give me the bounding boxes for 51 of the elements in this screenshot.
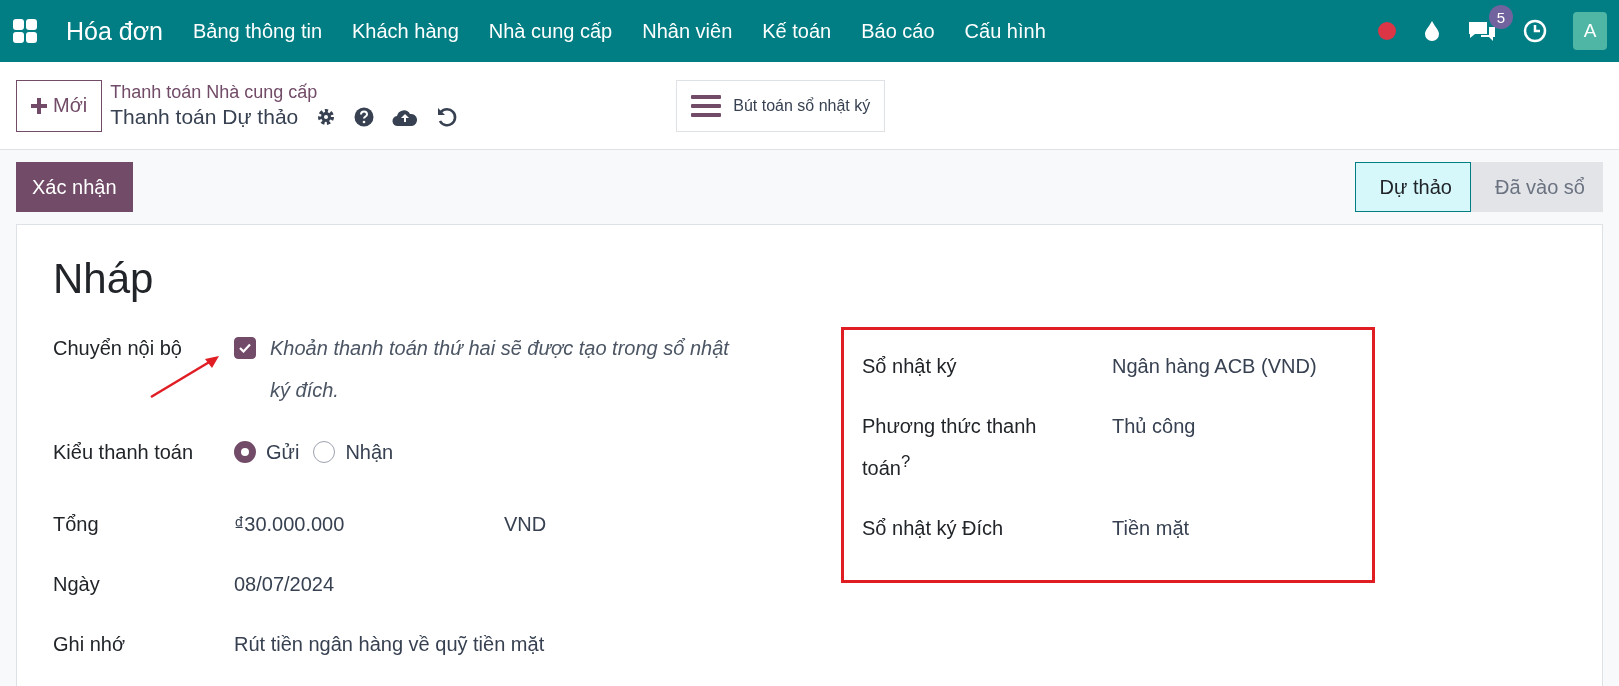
radio-label: Gửi [266, 440, 300, 465]
drop-icon[interactable] [1423, 20, 1441, 42]
field-label: Ngày [53, 572, 101, 597]
field-label: Tổng [53, 512, 100, 537]
field-value: Thủ công [1112, 414, 1196, 439]
cloud-upload-icon[interactable] [392, 107, 419, 127]
app-name[interactable]: Hóa đơn [66, 16, 163, 46]
checkbox[interactable] [234, 337, 256, 359]
gear-icon[interactable] [316, 107, 337, 127]
menu-item[interactable]: Bảng thông tin [193, 19, 322, 43]
plus-icon [31, 97, 47, 114]
field-label: Sổ nhật ký Đích [862, 516, 1005, 541]
check-icon [239, 343, 251, 353]
field-value: 08/07/2024 [234, 572, 335, 597]
menu-item[interactable]: Cấu hình [964, 19, 1046, 43]
field-label: Phương thức thanh toán$^{?}$ [862, 414, 1038, 481]
field-note: Khoản thanh toán thứ hai sẽ được tạo trong sổ nhật ký đích. [270, 336, 731, 403]
field-label: Ghi nhớ [53, 632, 127, 657]
field-value: Ngân hàng ACB (VND) [1112, 354, 1317, 379]
confirm-button[interactable]: Xác nhận [16, 162, 133, 212]
record-dot-icon[interactable] [1377, 21, 1397, 41]
chat-icon[interactable] [1467, 19, 1497, 43]
field-label: Chuyển nội bộ [53, 336, 183, 361]
menu-item[interactable]: Nhân viên [642, 19, 733, 43]
breadcrumb-link[interactable]: Thanh toán Nhà cung cấp [110, 82, 459, 103]
apps-icon[interactable] [12, 18, 38, 44]
radio-button[interactable] [313, 441, 336, 463]
field-label: Sổ nhật ký [862, 354, 958, 379]
amount-value: ₫30.000.000 [234, 512, 346, 537]
record-name: Nháp [53, 255, 155, 303]
status-step[interactable]: Dự thảo [1354, 162, 1471, 212]
menu-icon [691, 93, 722, 118]
message-count-badge: 5 [1489, 5, 1513, 29]
status-step[interactable]: Đã vào sổ [1470, 162, 1603, 212]
menu-item[interactable]: Nhà cung cấp [488, 19, 613, 43]
menu-item[interactable]: Khách hàng [352, 19, 459, 43]
menu-item[interactable]: Báo cáo [861, 19, 935, 43]
field-value: Tiền mặt [1112, 516, 1190, 541]
menu-item[interactable]: Kế toán [762, 19, 832, 43]
journal-entries-button[interactable]: Bút toán sổ nhật ký [676, 79, 886, 132]
new-button[interactable]: Mới [16, 79, 103, 132]
undo-icon[interactable] [436, 106, 459, 128]
radio-button[interactable] [234, 441, 256, 463]
record-title: Thanh toán Dự thảo [110, 105, 299, 129]
field-value: Rút tiền ngân hàng về quỹ tiền mặt [234, 632, 545, 657]
help-icon[interactable] [354, 107, 375, 127]
clock-icon[interactable] [1523, 19, 1547, 43]
radio-label: Nhận [345, 440, 394, 465]
field-label: Kiểu thanh toán [53, 440, 195, 465]
currency-value: VND [504, 512, 547, 537]
user-avatar[interactable]: A [1573, 12, 1607, 50]
